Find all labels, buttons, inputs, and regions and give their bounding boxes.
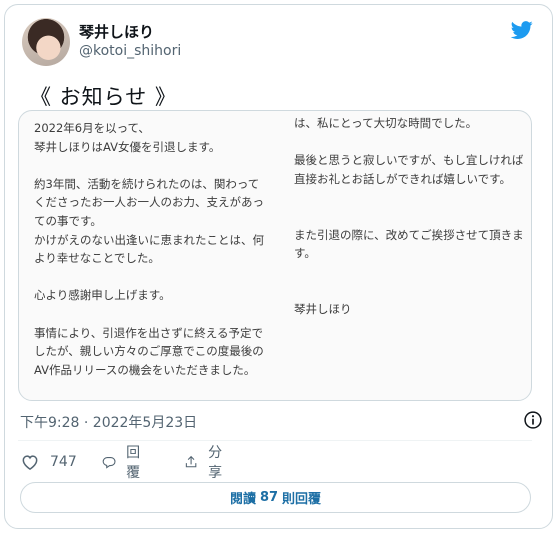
notice-image[interactable]: 2022年6月を以って、 琴井しほりはAV女優を引退します。 約3年間、活動を続…: [18, 110, 532, 401]
like-count: 747: [50, 454, 77, 470]
like-button[interactable]: 747: [20, 451, 77, 473]
author-handle[interactable]: @kotoi_shihori: [79, 43, 181, 59]
read-replies-count: 87: [259, 490, 279, 505]
divider: [18, 440, 532, 441]
author-display-name[interactable]: 琴井しほり: [79, 21, 154, 42]
read-replies-prefix: 閱讀: [229, 492, 256, 507]
info-icon[interactable]: [523, 410, 543, 430]
speech-bubble-icon: [102, 457, 116, 469]
share-button[interactable]: 分享: [184, 445, 228, 481]
avatar[interactable]: [22, 18, 70, 66]
heart-icon: [22, 455, 38, 470]
twitter-bird-icon[interactable]: [509, 19, 535, 41]
tweet-text: 《 お知らせ 》: [30, 85, 177, 109]
tweet-timestamp[interactable]: 下午9:28 · 2022年5月23日: [20, 412, 197, 432]
reply-label: 回覆: [126, 445, 141, 481]
share-upload-icon: [185, 455, 197, 468]
reply-button[interactable]: 回覆: [102, 445, 146, 481]
share-label: 分享: [208, 445, 223, 481]
read-replies-button[interactable]: 閱讀 87 則回覆: [20, 482, 531, 513]
notice-right-column: は、私にとって大切な時間でした。 最後と思うと寂しいですが、もし宜しければ 直接…: [294, 116, 524, 316]
read-replies-suffix: 則回覆: [282, 492, 322, 507]
notice-left-column: 2022年6月を以って、 琴井しほりはAV女優を引退します。 約3年間、活動を続…: [34, 121, 264, 400]
